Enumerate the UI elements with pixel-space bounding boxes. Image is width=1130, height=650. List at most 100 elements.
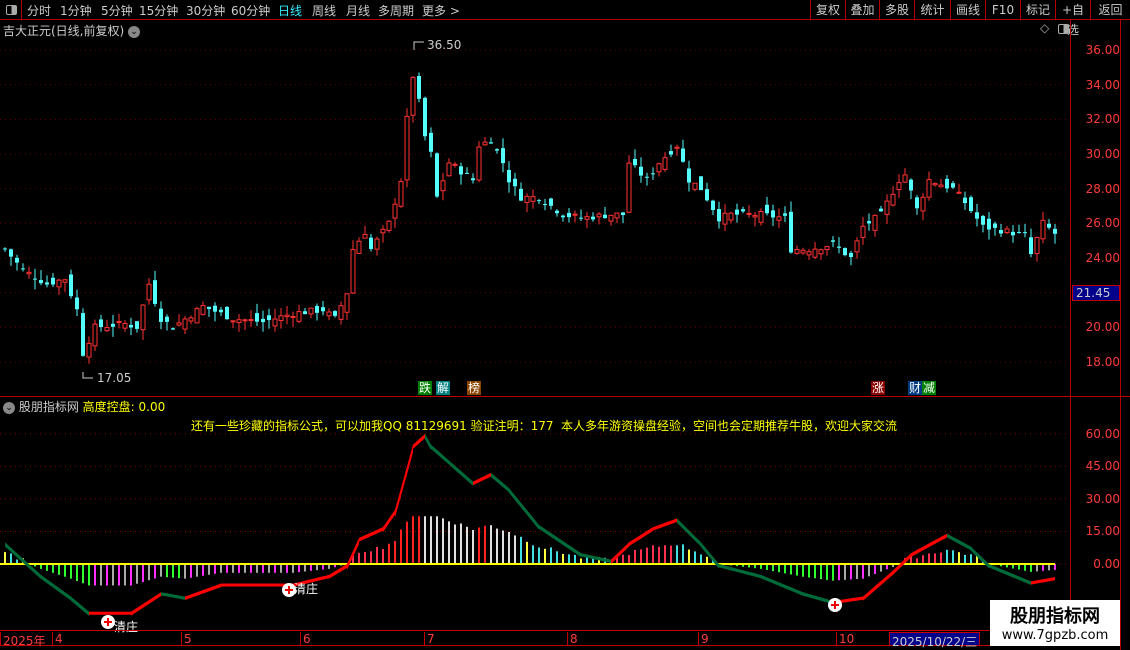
candle-down bbox=[9, 249, 13, 257]
candle-down bbox=[51, 277, 55, 285]
trend-band-segment bbox=[749, 571, 751, 576]
trend-band-segment bbox=[591, 555, 593, 560]
indicator-bar bbox=[490, 525, 492, 564]
trend-band-segment bbox=[277, 583, 279, 587]
candle-up bbox=[674, 146, 680, 149]
indicator-bar bbox=[448, 521, 450, 564]
trend-band-segment bbox=[723, 565, 725, 569]
indicator-bar bbox=[532, 545, 534, 564]
trend-band-segment bbox=[503, 482, 505, 489]
candle-down bbox=[981, 215, 985, 225]
trend-band-segment bbox=[789, 586, 791, 591]
candle-up bbox=[806, 251, 812, 256]
indicator-bar bbox=[178, 564, 180, 579]
trend-band-segment bbox=[67, 593, 69, 600]
trend-band-segment bbox=[323, 575, 325, 580]
candle-down bbox=[33, 278, 37, 280]
trend-band-segment bbox=[179, 595, 181, 600]
indicator-bar bbox=[292, 564, 294, 573]
indicator-tick: 15.00 bbox=[1085, 524, 1120, 539]
trend-band-segment bbox=[603, 557, 605, 562]
trend-band-segment bbox=[25, 560, 27, 567]
trend-band-segment bbox=[621, 548, 623, 555]
candle-down bbox=[165, 316, 169, 322]
trend-band-segment bbox=[693, 534, 695, 541]
current-price-label: 21.45 bbox=[1072, 285, 1120, 301]
candle-down bbox=[1023, 232, 1027, 234]
trend-band-segment bbox=[185, 595, 187, 601]
trend-band-segment bbox=[31, 565, 33, 572]
trend-band-segment bbox=[279, 583, 281, 587]
trend-band-segment bbox=[825, 598, 827, 603]
candle-up bbox=[386, 220, 392, 232]
chevron-down-icon[interactable]: ⌄ bbox=[3, 401, 15, 414]
candle-up bbox=[290, 316, 296, 319]
candle-up bbox=[818, 249, 824, 255]
candle-up bbox=[344, 293, 350, 313]
toolbar-button-8[interactable]: 返回 bbox=[1090, 0, 1130, 20]
indicator-bar bbox=[70, 564, 72, 579]
kline-chart[interactable] bbox=[0, 0, 1070, 630]
trend-band-segment bbox=[99, 611, 101, 615]
trend-band-segment bbox=[955, 537, 957, 543]
candle-up bbox=[362, 234, 368, 239]
trend-band-segment bbox=[13, 549, 15, 556]
trend-band-segment bbox=[461, 471, 463, 477]
signal-tag: 财 bbox=[908, 381, 922, 395]
trend-band-segment bbox=[435, 448, 437, 455]
trend-band-segment bbox=[737, 568, 739, 573]
price-tick: 30.00 bbox=[1085, 146, 1120, 161]
candle-down bbox=[513, 178, 517, 187]
trend-band-segment bbox=[1053, 577, 1055, 581]
indicator-bar bbox=[118, 564, 120, 586]
trend-band-segment bbox=[263, 583, 265, 587]
candle-down bbox=[735, 209, 739, 215]
high-price-label: 36.50 bbox=[427, 38, 462, 52]
indicator-bar bbox=[106, 564, 108, 586]
indicator-bar bbox=[640, 549, 642, 564]
trend-band-segment bbox=[501, 481, 503, 488]
candle-down bbox=[831, 240, 835, 242]
indicator-bar bbox=[802, 564, 804, 577]
candle-down bbox=[111, 323, 115, 327]
trend-band-segment bbox=[919, 547, 921, 553]
candle-down bbox=[1047, 223, 1051, 228]
trend-band-segment bbox=[807, 593, 809, 598]
trend-band-segment bbox=[997, 567, 999, 572]
trend-band-segment bbox=[871, 587, 873, 594]
indicator-bar bbox=[676, 545, 678, 564]
indicator-bar bbox=[400, 529, 402, 564]
trend-band-segment bbox=[233, 583, 235, 587]
trend-band-segment bbox=[449, 460, 451, 467]
trend-band-segment bbox=[601, 557, 603, 562]
candle-down bbox=[15, 257, 19, 263]
trend-band-segment bbox=[405, 466, 407, 482]
trend-band-segment bbox=[369, 532, 371, 538]
trend-band-segment bbox=[61, 589, 63, 595]
trend-band-segment bbox=[135, 607, 137, 614]
trend-band-segment bbox=[447, 458, 449, 465]
trend-band-segment bbox=[215, 584, 217, 590]
candle-down bbox=[519, 188, 523, 201]
trend-band-segment bbox=[237, 583, 239, 587]
trend-band-segment bbox=[489, 472, 491, 478]
trend-band-segment bbox=[923, 545, 925, 551]
trend-band-segment bbox=[885, 575, 887, 582]
candle-down bbox=[321, 307, 325, 312]
low-price-label: 17.05 bbox=[97, 371, 132, 385]
candle-down bbox=[699, 176, 703, 191]
candle-up bbox=[530, 196, 536, 202]
trend-band-segment bbox=[85, 608, 87, 615]
trend-band-segment bbox=[887, 573, 889, 580]
candle-up bbox=[476, 146, 482, 181]
trend-band-segment bbox=[1021, 577, 1023, 582]
indicator-bar bbox=[664, 545, 666, 564]
indicator-name[interactable]: 股朋指标网 bbox=[19, 400, 79, 414]
candle-down bbox=[909, 179, 913, 191]
trend-band-segment bbox=[463, 472, 465, 479]
trend-band-segment bbox=[681, 522, 683, 529]
indicator-bar bbox=[772, 564, 774, 572]
candle-down bbox=[81, 313, 85, 356]
trend-band-segment bbox=[241, 583, 243, 587]
trend-band-segment bbox=[799, 590, 801, 595]
